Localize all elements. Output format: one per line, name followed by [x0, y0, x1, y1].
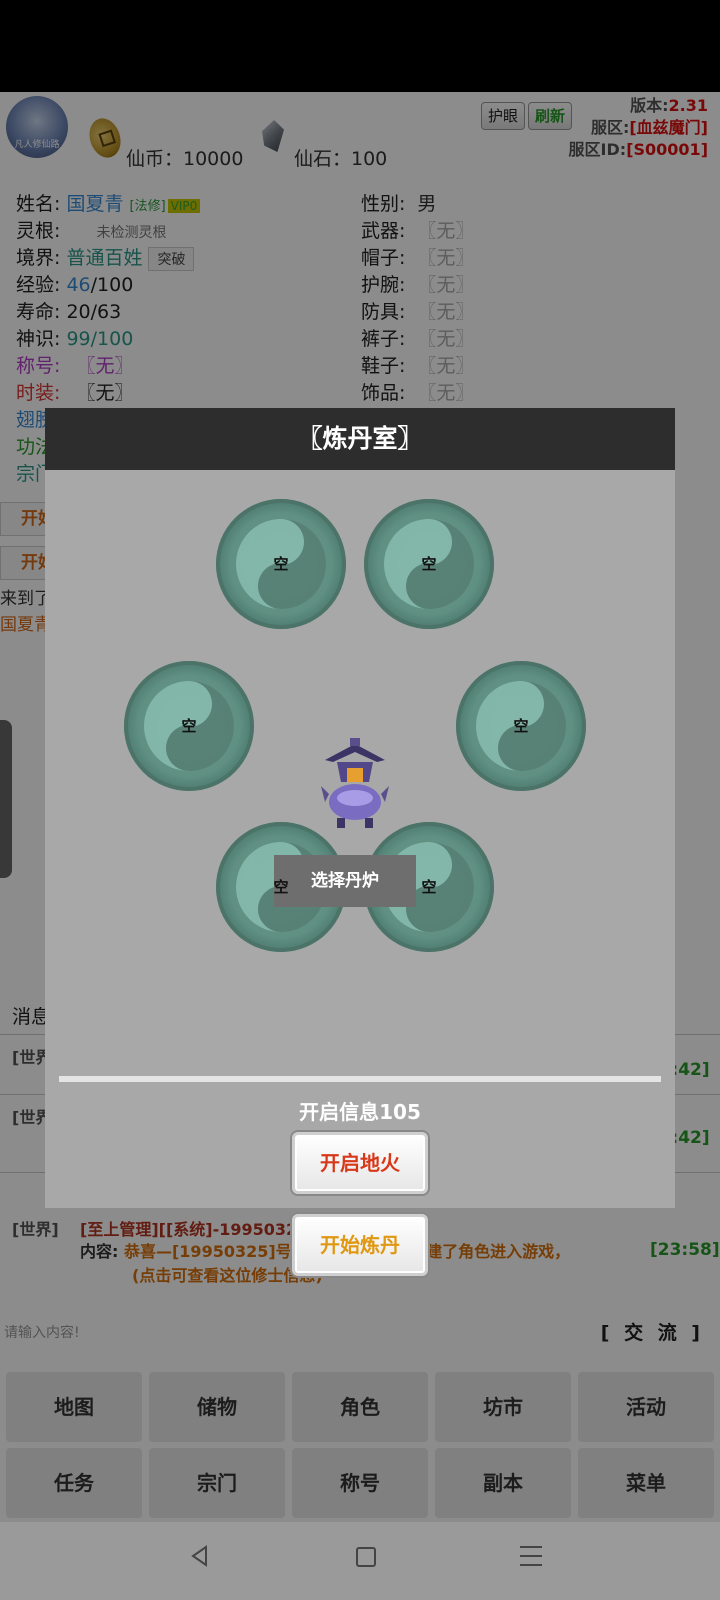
- slot-label: 空: [421, 555, 437, 573]
- furnace-icon: [321, 738, 389, 828]
- slot-label: 空: [273, 555, 289, 573]
- game-screen: 凡人修仙路 仙币：10000 仙石：100 护眼 刷新 版本:2.31 服区:[…: [0, 92, 720, 1522]
- ingredient-slot-4[interactable]: 空: [456, 661, 586, 791]
- ingredient-slot-6[interactable]: 空: [364, 822, 494, 952]
- slot-label: 空: [421, 878, 437, 896]
- dialog-divider: [59, 1076, 661, 1082]
- slot-label: 空: [181, 717, 197, 735]
- recents-menu-icon[interactable]: [520, 1546, 542, 1568]
- alchemy-room-dialog: 〖炼丹室〗 空 空 空 空 空 空 选择丹炉 开启信息105 开启地火 开始炼丹: [45, 408, 675, 1276]
- open-info-text: 开启信息105: [299, 1100, 421, 1124]
- start-refining-button[interactable]: 开始炼丹: [292, 1214, 428, 1276]
- system-nav-bar: [0, 1522, 720, 1600]
- slot-label: 空: [513, 717, 529, 735]
- ingredient-slot-5[interactable]: 空: [216, 822, 346, 952]
- ingredient-slot-3[interactable]: 空: [124, 661, 254, 791]
- dialog-title: 〖炼丹室〗: [45, 408, 675, 470]
- ingredient-slot-1[interactable]: 空: [216, 499, 346, 629]
- home-icon[interactable]: [356, 1547, 376, 1567]
- ingredient-slot-2[interactable]: 空: [364, 499, 494, 629]
- back-icon[interactable]: [188, 1544, 212, 1568]
- slot-label: 空: [273, 878, 289, 896]
- status-bar: [0, 0, 720, 92]
- ignite-fire-button[interactable]: 开启地火: [292, 1132, 428, 1194]
